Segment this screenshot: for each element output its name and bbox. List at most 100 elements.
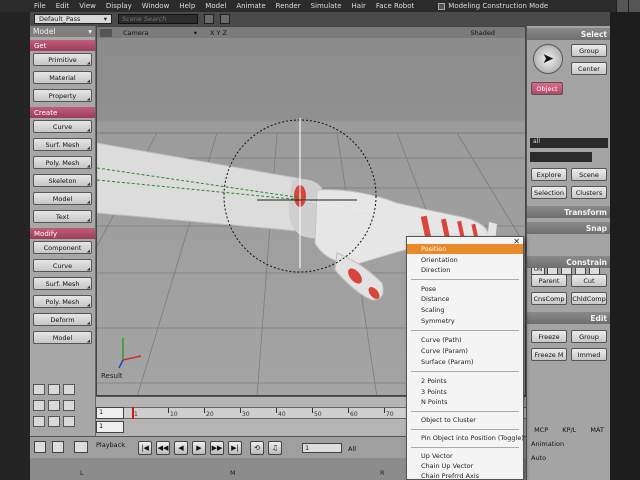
panel-title[interactable]: Model ▾ xyxy=(30,26,95,37)
group-button[interactable]: Group xyxy=(571,330,607,343)
current-frame-field[interactable]: 1 xyxy=(302,443,342,453)
play-button[interactable]: ▶ xyxy=(192,441,206,455)
create-text-button[interactable]: Text xyxy=(33,210,92,223)
explorer-icon[interactable] xyxy=(63,400,75,411)
chldcomp-button[interactable]: ChldComp xyxy=(571,292,607,305)
chart-icon[interactable] xyxy=(63,384,75,395)
render-icon[interactable] xyxy=(33,400,45,411)
freeze-m-button[interactable]: Freeze M xyxy=(531,348,567,361)
playback-menu[interactable]: Playback xyxy=(96,441,125,449)
tab-mcp[interactable]: MCP xyxy=(534,426,548,436)
menu-item-n-points[interactable]: N Points xyxy=(407,397,523,407)
sound-icon[interactable] xyxy=(52,441,64,453)
cnscomp-button[interactable]: CnsComp xyxy=(531,292,567,305)
animation-label[interactable]: Animation xyxy=(531,440,564,448)
select-arrow-icon[interactable]: ➤ xyxy=(533,44,563,74)
schematic-icon[interactable] xyxy=(48,400,60,411)
select-filter-field-secondary[interactable] xyxy=(530,152,592,162)
modify-curve-button[interactable]: Curve xyxy=(33,259,92,272)
menu-face-robot[interactable]: Face Robot xyxy=(376,2,414,10)
constrain-header[interactable]: Constrain xyxy=(527,256,611,268)
menu-item-curve-path[interactable]: Curve (Path) xyxy=(407,335,523,345)
menu-edit[interactable]: Edit xyxy=(56,2,70,10)
menu-animate[interactable]: Animate xyxy=(236,2,265,10)
end-frame-field[interactable]: 1 xyxy=(96,421,124,433)
menu-item-object-to-cluster[interactable]: Object to Cluster xyxy=(407,415,523,425)
modify-surf-mesh-button[interactable]: Surf. Mesh xyxy=(33,277,92,290)
playhead[interactable] xyxy=(132,407,134,419)
create-poly-mesh-button[interactable]: Poly. Mesh xyxy=(33,156,92,169)
loop-button[interactable]: ⟲ xyxy=(250,441,264,455)
create-curve-button[interactable]: Curve xyxy=(33,120,92,133)
minimize-button[interactable] xyxy=(616,0,628,12)
menu-item-pose[interactable]: Pose xyxy=(407,284,523,294)
layout-dropdown[interactable]: Default_Pass ▾ xyxy=(34,14,112,24)
create-model-button[interactable]: Model xyxy=(33,192,92,205)
menu-model[interactable]: Model xyxy=(205,2,226,10)
layers-icon[interactable] xyxy=(48,384,60,395)
parent-button[interactable]: Parent xyxy=(531,274,567,287)
menu-item-surface-param[interactable]: Surface (Param) xyxy=(407,357,523,367)
range-dropdown[interactable]: All xyxy=(348,445,356,453)
camera-icon[interactable] xyxy=(33,416,45,427)
cut-button[interactable]: Cut xyxy=(571,274,607,287)
menu-window[interactable]: Window xyxy=(142,2,170,10)
transform-header[interactable]: Transform xyxy=(527,206,611,218)
menu-item-orientation[interactable]: Orientation xyxy=(407,255,523,265)
menu-item-position[interactable]: Position xyxy=(407,244,523,254)
material-icon[interactable] xyxy=(63,416,75,427)
modify-model-button[interactable]: Model xyxy=(33,331,92,344)
scene-search-input[interactable] xyxy=(118,14,198,24)
menu-item-scaling[interactable]: Scaling xyxy=(407,305,523,315)
menu-item-chain-preferred-axis[interactable]: Chain Prefrrd Axis xyxy=(407,471,523,480)
viewport-menu-icon[interactable] xyxy=(100,28,112,37)
construction-mode-checkbox[interactable] xyxy=(438,2,446,10)
search-options-icon[interactable] xyxy=(204,14,214,24)
camera-dropdown[interactable]: Camera ▾ xyxy=(120,29,200,37)
menu-file[interactable]: File xyxy=(34,2,46,10)
create-surf-mesh-button[interactable]: Surf. Mesh xyxy=(33,138,92,151)
selection-button[interactable]: Selection xyxy=(531,186,567,199)
create-skeleton-button[interactable]: Skeleton xyxy=(33,174,92,187)
last-frame-button[interactable]: ▶| xyxy=(228,441,242,455)
scene-button[interactable]: Scene xyxy=(571,168,607,181)
modify-deform-button[interactable]: Deform xyxy=(33,313,92,326)
menu-item-symmetry[interactable]: Symmetry xyxy=(407,316,523,326)
first-frame-button[interactable]: |◀ xyxy=(138,441,152,455)
immed-button[interactable]: Immed xyxy=(571,348,607,361)
light-icon[interactable] xyxy=(48,416,60,427)
tab-kpl[interactable]: KP/L xyxy=(562,426,576,436)
object-mode-button[interactable]: Object xyxy=(531,82,563,95)
prev-key-button[interactable]: ◀◀ xyxy=(156,441,170,455)
modify-poly-mesh-button[interactable]: Poly. Mesh xyxy=(33,295,92,308)
snap-header[interactable]: Snap xyxy=(527,222,611,234)
display-mode-dropdown[interactable]: Shaded xyxy=(471,29,495,37)
menu-help[interactable]: Help xyxy=(179,2,195,10)
explore-button[interactable]: Explore xyxy=(531,168,567,181)
menu-render[interactable]: Render xyxy=(276,2,301,10)
menu-hair[interactable]: Hair xyxy=(352,2,366,10)
auto-key-button[interactable]: Auto xyxy=(531,454,546,462)
menu-item-up-vector[interactable]: Up Vector xyxy=(407,451,523,461)
material-button[interactable]: Material xyxy=(33,71,92,84)
next-key-button[interactable]: ▶▶ xyxy=(210,441,224,455)
start-frame-field[interactable]: 1 xyxy=(96,407,124,419)
menu-item-3-points[interactable]: 3 Points xyxy=(407,387,523,397)
menu-display[interactable]: Display xyxy=(106,2,132,10)
freeze-button[interactable]: Freeze xyxy=(531,330,567,343)
menu-item-direction[interactable]: Direction xyxy=(407,265,523,275)
select-filter-field[interactable]: all xyxy=(530,138,608,148)
audio-button[interactable]: ♫ xyxy=(268,441,282,455)
menu-item-pin-object[interactable]: Pin Object into Position (Toggle) xyxy=(407,433,524,443)
maximize-button[interactable] xyxy=(628,0,640,12)
edit-header[interactable]: Edit xyxy=(527,312,611,324)
scrub-icon[interactable] xyxy=(74,441,88,453)
grid-icon[interactable] xyxy=(33,384,45,395)
menu-item-chain-up-vector[interactable]: Chain Up Vector xyxy=(407,461,523,471)
menu-item-curve-param[interactable]: Curve (Param) xyxy=(407,346,523,356)
tab-mat[interactable]: MAT xyxy=(590,426,604,436)
menu-simulate[interactable]: Simulate xyxy=(311,2,342,10)
key-icon[interactable] xyxy=(34,441,46,453)
center-select-button[interactable]: Center xyxy=(571,62,607,75)
modify-component-button[interactable]: Component xyxy=(33,241,92,254)
